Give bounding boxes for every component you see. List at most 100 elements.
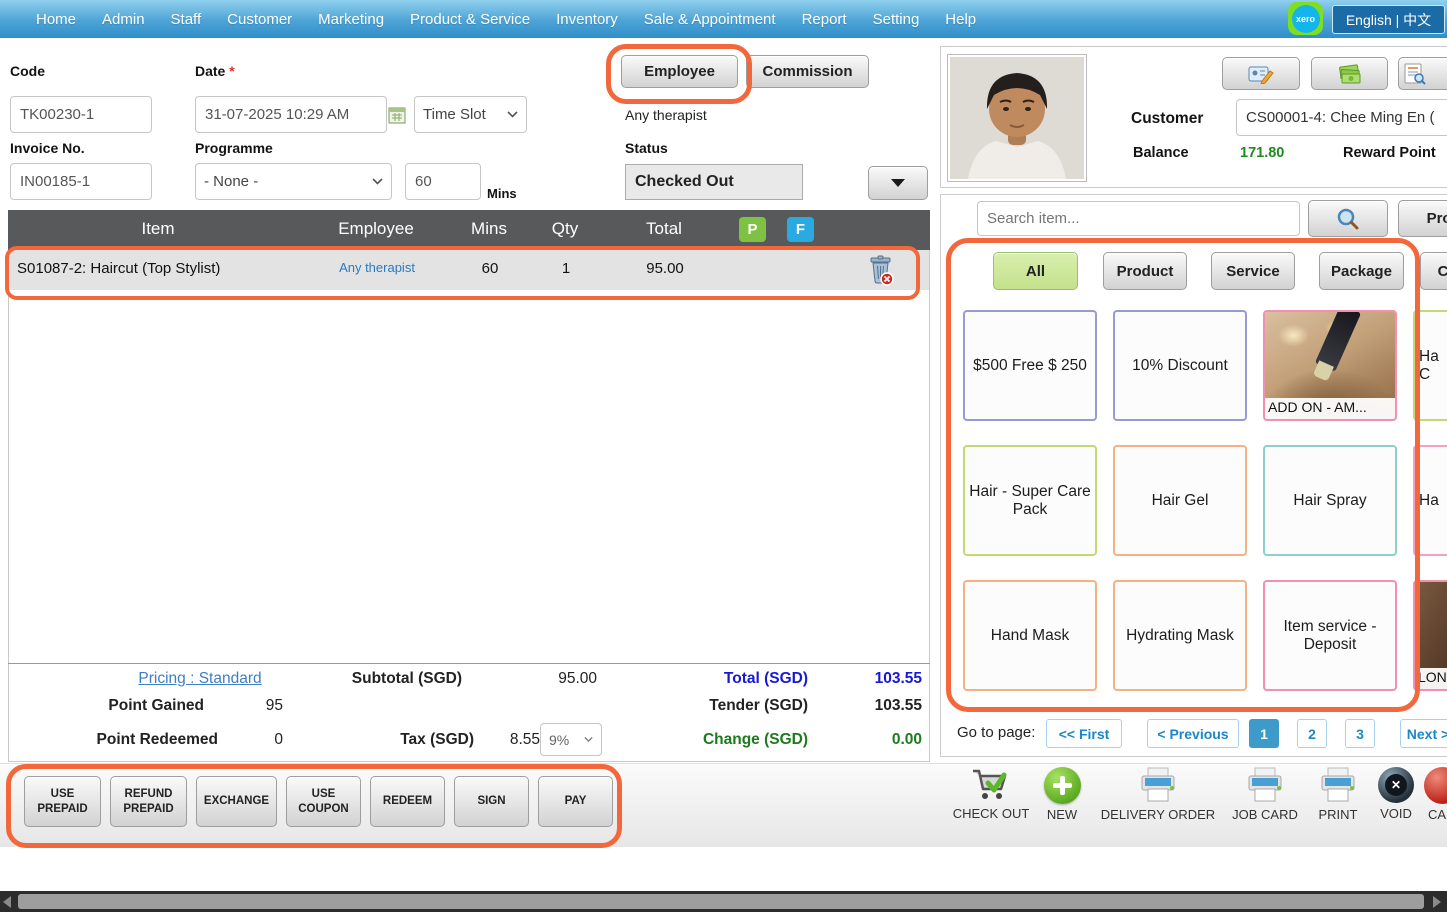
nav-sale-appointment[interactable]: Sale & Appointment (644, 11, 776, 28)
required-asterisk: * (229, 63, 234, 79)
programme-select[interactable]: - None - (195, 163, 392, 200)
language-toggle-button[interactable]: English | 中文 (1332, 5, 1445, 34)
delete-item-icon[interactable] (867, 255, 894, 286)
void-button[interactable]: ✕ VOID (1374, 767, 1418, 821)
go-to-page-label: Go to page: (957, 724, 1035, 741)
col-mins: Mins (471, 219, 507, 239)
date-input[interactable] (195, 96, 387, 133)
printer-icon (1139, 767, 1177, 804)
print-button[interactable]: PRINT (1310, 767, 1366, 822)
mins-label: Mins (487, 186, 517, 201)
category-product-button[interactable]: Product (1103, 252, 1187, 290)
exchange-button[interactable]: EXCHANGE (196, 776, 277, 827)
customer-photo[interactable] (947, 54, 1087, 182)
chevron-down-icon (584, 736, 593, 743)
xero-logo[interactable]: xero (1288, 2, 1323, 35)
catalog-tile-addon[interactable]: ADD ON - AM... (1263, 310, 1397, 421)
totals-divider (8, 663, 930, 664)
nav-inventory[interactable]: Inventory (556, 11, 618, 28)
catalog-tile[interactable]: Item service - Deposit (1263, 580, 1397, 691)
category-service-button[interactable]: Service (1211, 252, 1295, 290)
sign-button[interactable]: SIGN (454, 776, 529, 827)
pay-button[interactable]: PAY (538, 776, 613, 827)
catalog-tile[interactable]: Hand Mask (963, 580, 1097, 691)
job-card-button[interactable]: JOB CARD (1222, 767, 1308, 822)
nav-staff[interactable]: Staff (171, 11, 202, 28)
category-package-button[interactable]: Package (1319, 252, 1404, 290)
change-label: Change (SGD) (680, 731, 808, 749)
catalog-tile[interactable]: Hair - Super Care Pack (963, 445, 1097, 556)
search-input[interactable] (977, 201, 1300, 236)
customer-history-button[interactable] (1398, 57, 1447, 90)
invoice-input[interactable] (10, 163, 152, 200)
nav-marketing[interactable]: Marketing (318, 11, 384, 28)
print-label: PRINT (1319, 807, 1358, 822)
edit-customer-button[interactable] (1222, 57, 1300, 90)
scroll-left-arrow[interactable] (3, 896, 11, 908)
search-button[interactable] (1308, 200, 1388, 237)
nav-customer[interactable]: Customer (227, 11, 292, 28)
foc-badge[interactable]: F (787, 217, 814, 242)
duration-input[interactable] (405, 163, 481, 200)
page-previous-button[interactable]: < Previous (1147, 719, 1239, 748)
item-employee-link[interactable]: Any therapist (339, 260, 415, 275)
invoice-label: Invoice No. (10, 140, 85, 156)
catalog-tile[interactable]: 10% Discount (1113, 310, 1247, 421)
date-label: Date * (195, 63, 235, 79)
employee-button[interactable]: Employee (621, 55, 738, 88)
code-input[interactable] (10, 96, 152, 133)
col-employee: Employee (338, 219, 414, 239)
status-expand-button[interactable] (868, 166, 928, 200)
category-extra-button[interactable]: C (1420, 252, 1447, 290)
refund-prepaid-button[interactable]: REFUND PREPAID (110, 776, 187, 827)
prepaid-balance-button[interactable] (1311, 57, 1388, 90)
customer-input[interactable] (1236, 99, 1447, 136)
catalog-tile[interactable]: Hair Spray (1263, 445, 1397, 556)
catalog-tile-clipped[interactable]: Ha (1413, 445, 1447, 556)
plus-icon (1044, 767, 1081, 804)
nav-report[interactable]: Report (802, 11, 847, 28)
page-next-button[interactable]: Next > (1400, 719, 1447, 748)
paid-badge[interactable]: P (739, 217, 766, 242)
page-3-button[interactable]: 3 (1345, 719, 1375, 748)
date-label-text: Date (195, 63, 225, 79)
item-total: 95.00 (646, 260, 684, 277)
redeem-button[interactable]: REDEEM (370, 776, 445, 827)
tax-rate-select[interactable]: 9% (540, 723, 602, 756)
pricing-link[interactable]: Pricing : Standard (130, 670, 270, 688)
balance-value: 171.80 (1240, 145, 1284, 161)
catalog-tile-clipped[interactable]: Ha C (1413, 310, 1447, 421)
delivery-order-button[interactable]: DELIVERY ORDER (1090, 767, 1226, 822)
new-label: NEW (1047, 807, 1077, 822)
catalog-tile-clipped[interactable]: LON (1413, 580, 1447, 691)
page-2-button[interactable]: 2 (1297, 719, 1327, 748)
nav-product-service[interactable]: Product & Service (410, 11, 530, 28)
reward-point-label: Reward Point (1343, 145, 1436, 161)
nav-admin[interactable]: Admin (102, 11, 145, 28)
nav-home[interactable]: Home (36, 11, 76, 28)
catalog-tile[interactable]: Hair Gel (1113, 445, 1247, 556)
use-coupon-button[interactable]: USE COUPON (286, 776, 361, 827)
new-button[interactable]: NEW (1030, 767, 1094, 822)
tender-label: Tender (SGD) (680, 697, 808, 715)
scroll-right-arrow[interactable] (1433, 896, 1441, 908)
commission-button[interactable]: Commission (746, 55, 869, 88)
total-value: 103.55 (828, 670, 922, 688)
item-mins: 60 (482, 260, 499, 277)
page-first-button[interactable]: << First (1046, 719, 1122, 748)
catalog-tile[interactable]: Hydrating Mask (1113, 580, 1247, 691)
code-label: Code (10, 63, 45, 79)
nav-setting[interactable]: Setting (873, 11, 920, 28)
item-row[interactable]: S01087-2: Haircut (Top Stylist) Any ther… (9, 250, 929, 290)
cancel-button[interactable]: CA (1424, 767, 1447, 822)
calendar-icon[interactable] (388, 106, 406, 124)
category-all-button[interactable]: All (993, 252, 1078, 290)
scrollbar-thumb[interactable] (18, 894, 1424, 909)
page-1-button[interactable]: 1 (1249, 719, 1279, 748)
promotion-button[interactable]: Pror (1398, 200, 1447, 237)
balance-label: Balance (1133, 145, 1189, 161)
catalog-tile[interactable]: $500 Free $ 250 (963, 310, 1097, 421)
use-prepaid-button[interactable]: USE PREPAID (24, 776, 101, 827)
time-slot-select[interactable]: Time Slot (414, 96, 527, 133)
nav-help[interactable]: Help (945, 11, 976, 28)
